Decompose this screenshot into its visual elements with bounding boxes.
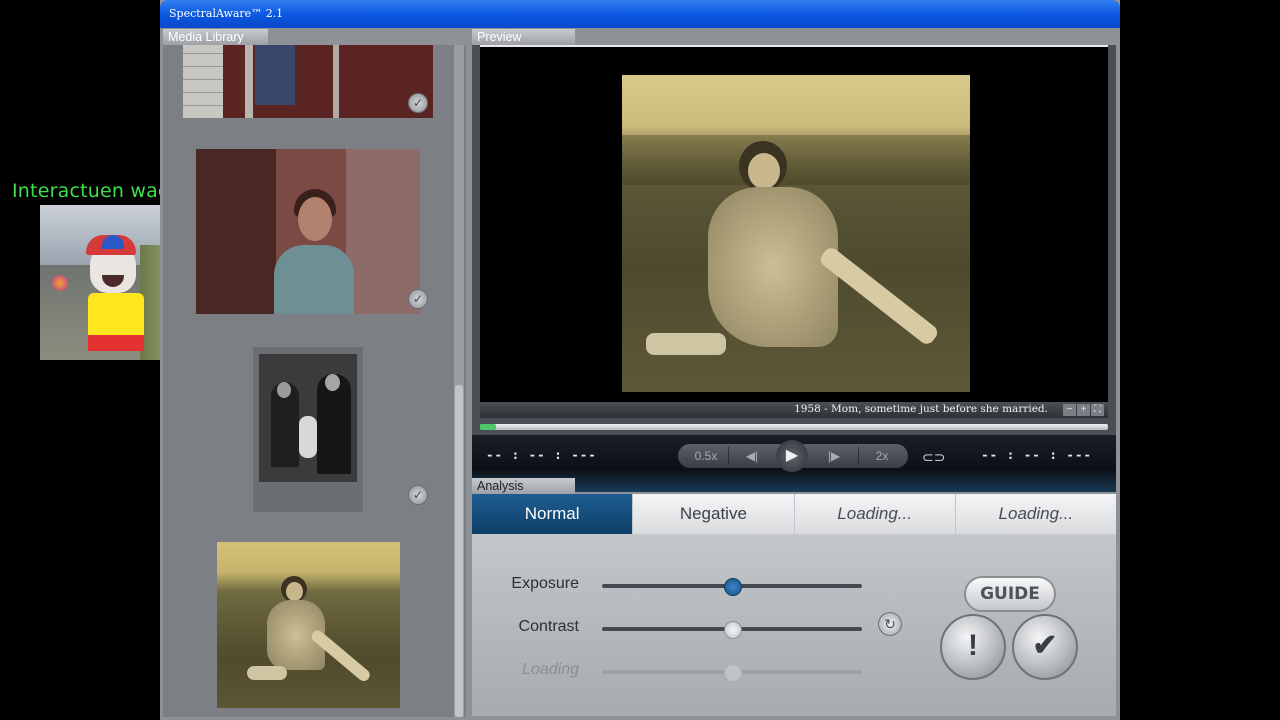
tab-loading-2[interactable]: Loading... xyxy=(956,494,1116,534)
exposure-knob[interactable] xyxy=(724,578,742,596)
loading-knob xyxy=(724,664,742,682)
contrast-row: Contrast xyxy=(472,615,872,641)
warning-button[interactable]: ! xyxy=(940,614,1006,680)
zoom-controls: − + ⛶ xyxy=(1063,404,1104,416)
analysis-tab: Analysis xyxy=(472,478,575,494)
loop-icon[interactable]: ⊂⊃ xyxy=(922,449,945,466)
selected-check-icon[interactable]: ✓ xyxy=(408,289,428,309)
title-bar[interactable]: SpectralAware™ 2.1 xyxy=(160,0,1120,28)
next-frame-button[interactable]: |▶ xyxy=(816,447,852,465)
library-scrollbar[interactable] xyxy=(454,45,464,717)
zoom-out-icon[interactable]: − xyxy=(1063,404,1076,416)
fast-speed-button[interactable]: 2x xyxy=(864,447,900,465)
caption-bar: 1958 - Mom, sometime just before she mar… xyxy=(480,402,1108,418)
selected-check-icon[interactable]: ✓ xyxy=(408,93,428,113)
loading-row: Loading xyxy=(472,658,872,684)
zoom-in-icon[interactable]: + xyxy=(1077,404,1090,416)
library-thumb-1[interactable] xyxy=(183,45,433,118)
media-library: ✓ ✓ ✓ xyxy=(163,45,466,717)
library-thumb-3[interactable] xyxy=(253,347,363,512)
contrast-knob[interactable] xyxy=(724,621,742,639)
playback-progress[interactable] xyxy=(480,424,1108,430)
contrast-label: Contrast xyxy=(518,618,579,635)
mode-tabs: Normal Negative Loading... Loading... xyxy=(472,494,1116,534)
preview-panel: 1958 - Mom, sometime just before she mar… xyxy=(472,45,1116,492)
exposure-label: Exposure xyxy=(511,575,579,592)
tab-loading-1[interactable]: Loading... xyxy=(795,494,956,534)
reset-icon[interactable]: ↻ xyxy=(878,612,902,636)
previous-frame-button[interactable]: ◀| xyxy=(734,447,770,465)
elapsed-time: -- : -- : --- xyxy=(486,447,597,462)
total-time: -- : -- : --- xyxy=(981,447,1092,462)
exposure-slider[interactable] xyxy=(602,578,862,596)
app-window: SpectralAware™ 2.1 Media Library ✓ ✓ ✓ P… xyxy=(160,0,1120,720)
confirm-button[interactable]: ✔ xyxy=(1012,614,1078,680)
exposure-row: Exposure xyxy=(472,572,872,598)
preview-screen xyxy=(480,45,1108,407)
tab-normal[interactable]: Normal xyxy=(472,494,634,534)
window-title: SpectralAware™ 2.1 xyxy=(169,7,284,20)
loading-slider xyxy=(602,664,862,682)
photo-caption: 1958 - Mom, sometime just before she mar… xyxy=(794,403,1048,415)
fullscreen-icon[interactable]: ⛶ xyxy=(1091,404,1104,416)
contrast-slider[interactable] xyxy=(602,621,862,639)
preview-photo xyxy=(622,75,970,392)
progress-fill xyxy=(480,424,496,430)
library-thumb-2[interactable] xyxy=(196,149,420,314)
play-button[interactable]: ▶ xyxy=(776,440,808,472)
library-thumb-4[interactable] xyxy=(217,542,400,708)
guide-button[interactable]: GUIDE xyxy=(964,576,1056,612)
selected-check-icon[interactable]: ✓ xyxy=(408,485,428,505)
media-library-tab: Media Library xyxy=(163,29,268,45)
preview-tab: Preview xyxy=(472,29,575,45)
slow-speed-button[interactable]: 0.5x xyxy=(688,447,724,465)
loading-label: Loading xyxy=(522,661,579,678)
scrollbar-thumb[interactable] xyxy=(455,385,463,717)
transport-controls: 0.5x ◀| ▶ |▶ 2x xyxy=(678,440,908,472)
tab-negative[interactable]: Negative xyxy=(633,494,795,534)
analysis-panel: Normal Negative Loading... Loading... Ex… xyxy=(472,494,1116,716)
